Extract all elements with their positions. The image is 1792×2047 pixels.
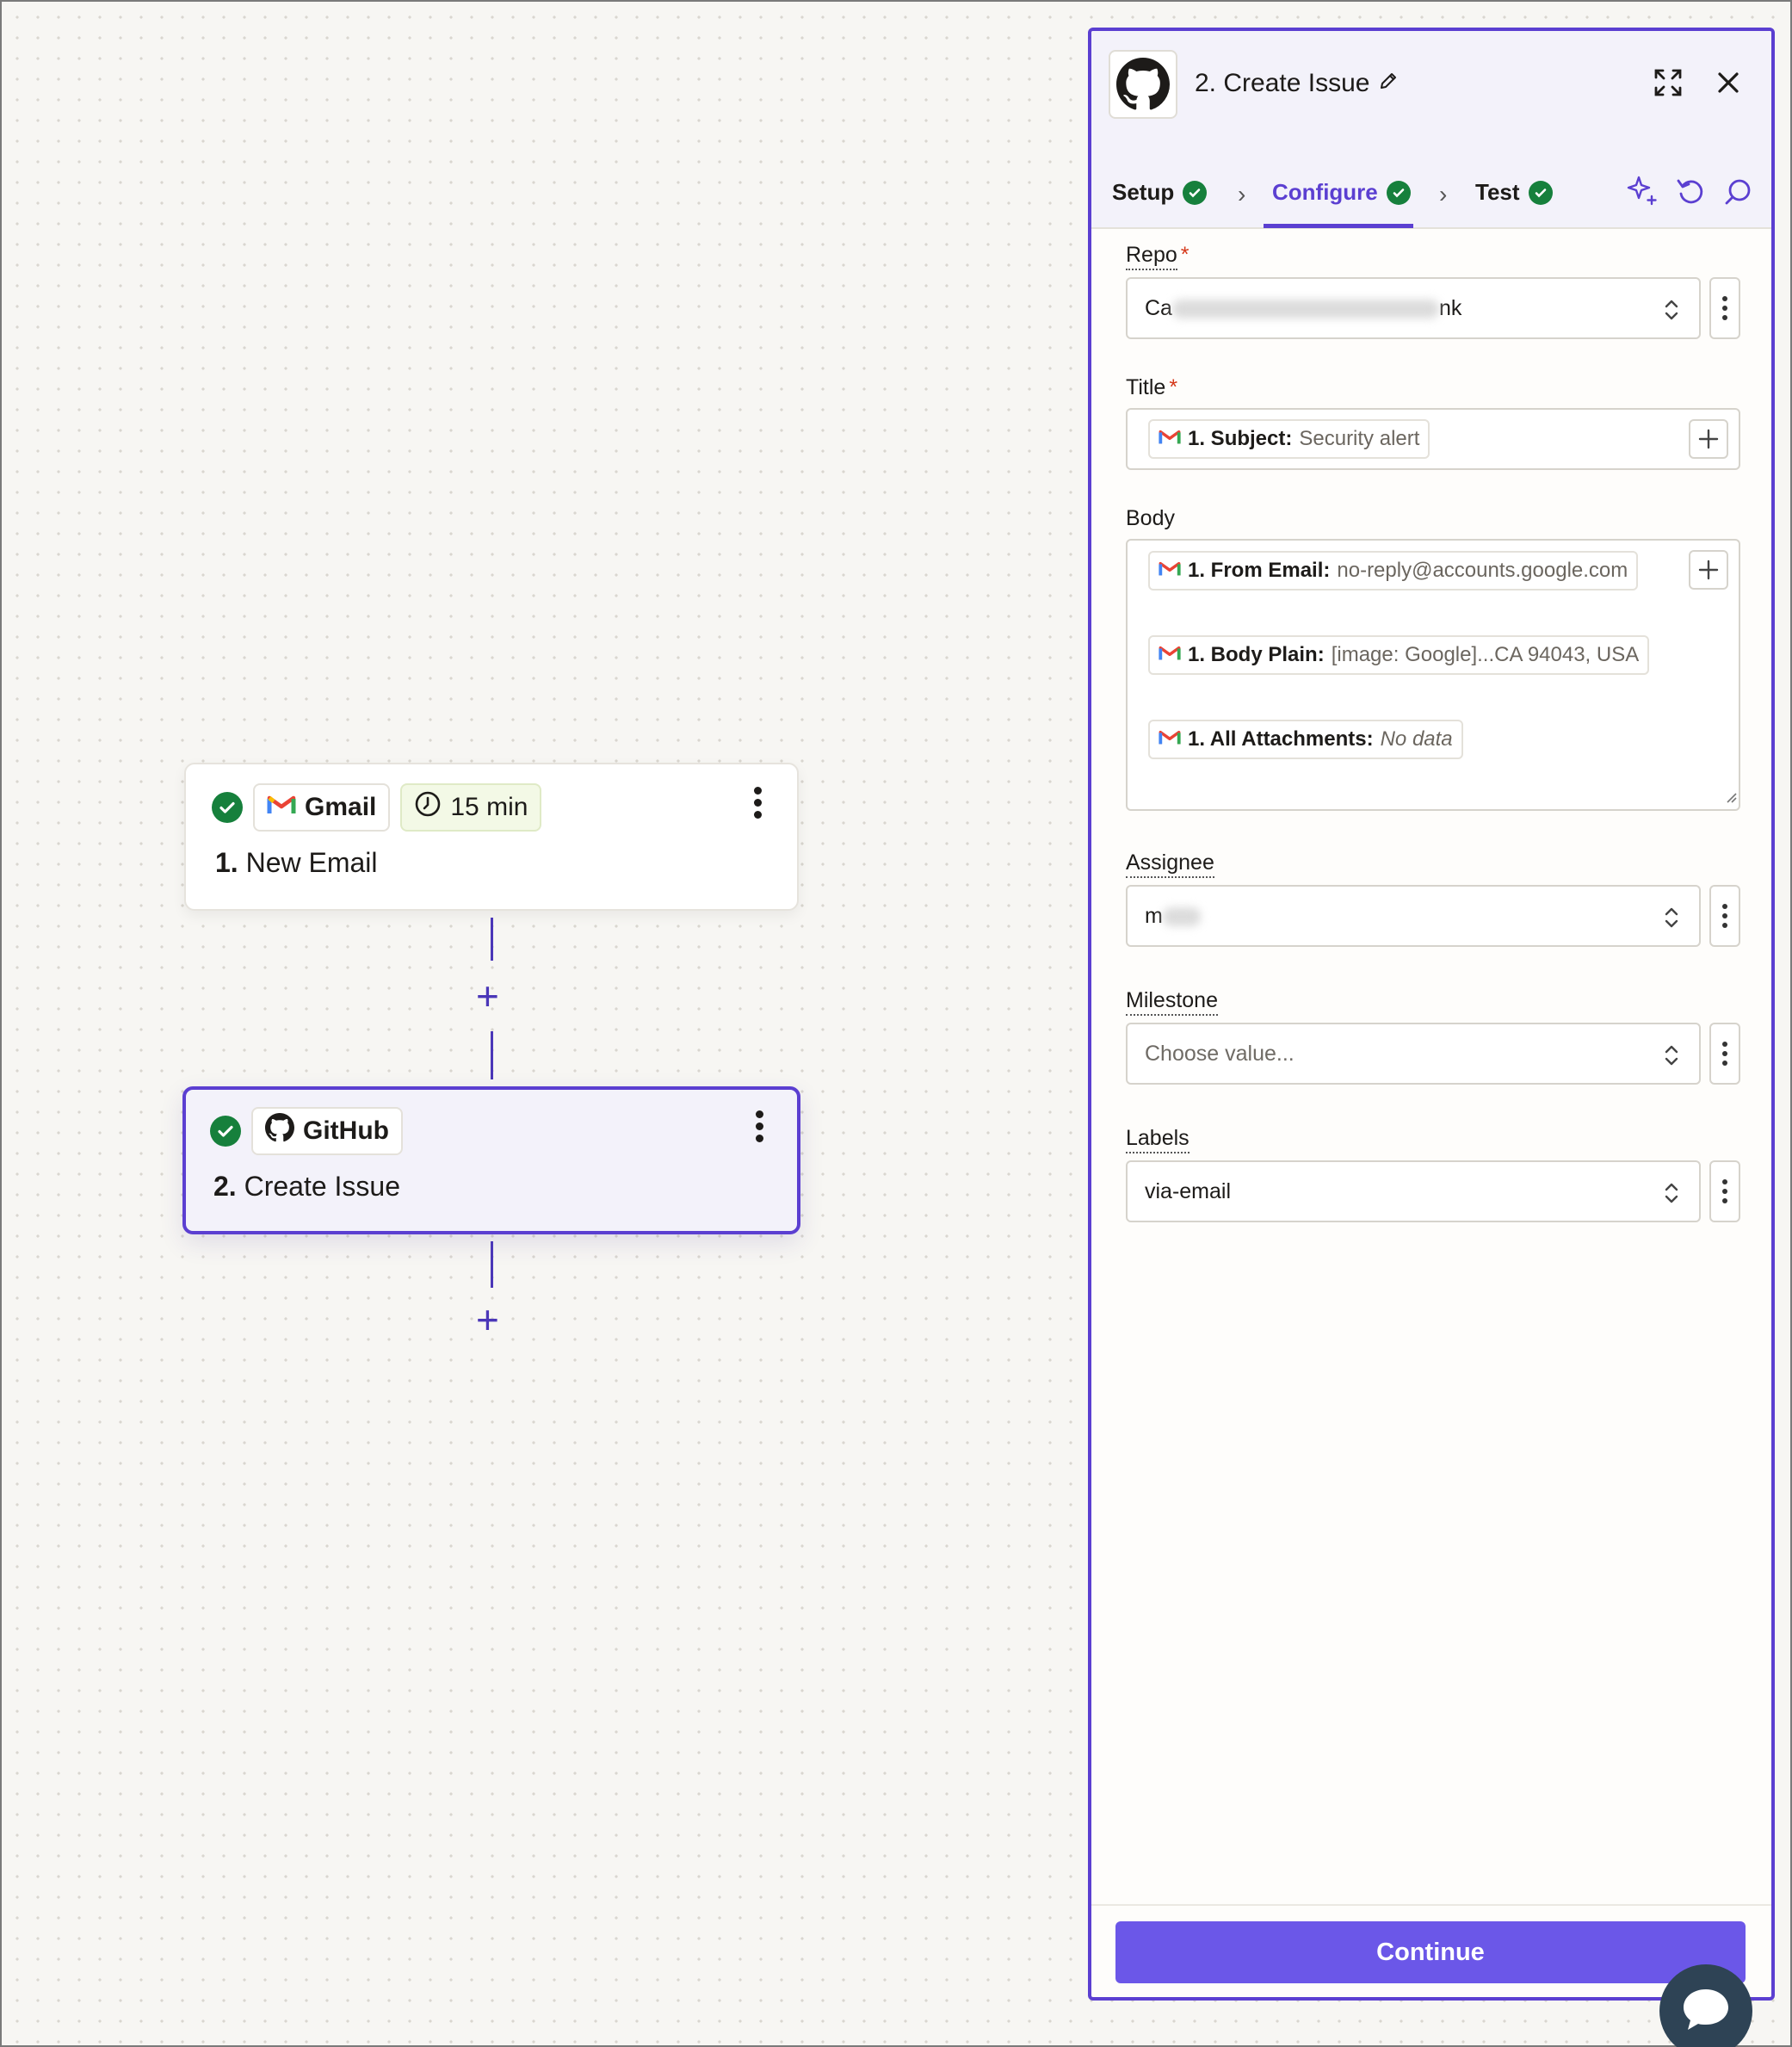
- labels-value: via-email: [1145, 1179, 1232, 1203]
- panel-title[interactable]: 2. Create Issue: [1195, 69, 1399, 98]
- connector-line: [491, 1031, 493, 1079]
- updown-chevron-icon: [1663, 1179, 1680, 1211]
- title-label: Title *: [1126, 375, 1178, 399]
- repo-label: Repo *: [1126, 243, 1190, 270]
- app-name: Gmail: [305, 793, 377, 821]
- tab-test[interactable]: Test: [1475, 179, 1553, 206]
- title-field[interactable]: 1. Subject: Security alert: [1126, 408, 1740, 470]
- active-tab-indicator: [1264, 224, 1413, 228]
- milestone-options-button[interactable]: [1709, 1023, 1740, 1085]
- resize-handle-icon[interactable]: [1723, 789, 1737, 807]
- gmail-icon: [1159, 427, 1181, 451]
- updown-chevron-icon: [1663, 1042, 1680, 1073]
- expand-icon[interactable]: [1653, 67, 1684, 102]
- body-label: Body: [1126, 506, 1175, 530]
- repo-options-button[interactable]: [1709, 277, 1740, 339]
- assignee-label: Assignee: [1126, 850, 1214, 878]
- chevron-right-icon: ›: [1238, 181, 1246, 207]
- connector-line: [491, 918, 493, 961]
- pencil-icon[interactable]: [1378, 69, 1399, 98]
- chevron-right-icon: ›: [1439, 181, 1448, 207]
- add-step-plus-icon[interactable]: +: [476, 976, 499, 1016]
- insert-data-button[interactable]: [1689, 550, 1728, 590]
- panel-header: 2. Create Issue: [1091, 31, 1771, 134]
- success-check-icon: [212, 792, 243, 823]
- step-title: 2. Create Issue: [213, 1171, 400, 1202]
- success-check-icon: [1528, 180, 1553, 205]
- tab-configure[interactable]: Configure: [1272, 179, 1411, 206]
- mapped-field-pill[interactable]: 1. All Attachments: No data: [1148, 720, 1463, 759]
- gmail-icon: [267, 793, 296, 822]
- gmail-icon: [1159, 643, 1181, 667]
- success-check-icon: [1183, 180, 1208, 205]
- success-check-icon: [210, 1116, 241, 1147]
- step-tabs: Setup › Configure › Test: [1091, 134, 1771, 229]
- insert-data-button[interactable]: [1689, 419, 1728, 459]
- chat-icon: [1680, 1986, 1732, 2037]
- github-icon: [1109, 50, 1177, 119]
- milestone-placeholder: Choose value...: [1145, 1042, 1295, 1066]
- labels-label: Labels: [1126, 1126, 1190, 1153]
- milestone-select[interactable]: Choose value...: [1126, 1023, 1701, 1085]
- step-menu-kebab[interactable]: [752, 787, 763, 823]
- updown-chevron-icon: [1663, 904, 1680, 936]
- labels-options-button[interactable]: [1709, 1160, 1740, 1222]
- step-title: 1. New Email: [215, 847, 378, 878]
- redacted-text: [1171, 300, 1439, 319]
- mapped-field-pill[interactable]: 1. Subject: Security alert: [1148, 419, 1431, 459]
- assignee-options-button[interactable]: [1709, 885, 1740, 947]
- step-card-new-email[interactable]: Gmail 15 min 1. New Email: [184, 763, 799, 911]
- app-chip-github: GitHub: [251, 1107, 403, 1155]
- milestone-label: Milestone: [1126, 988, 1218, 1016]
- success-check-icon: [1386, 180, 1411, 205]
- labels-select[interactable]: via-email: [1126, 1160, 1701, 1222]
- mapped-field-pill[interactable]: 1. From Email: no-reply@accounts.google.…: [1148, 551, 1639, 591]
- step-card-create-issue[interactable]: GitHub 2. Create Issue: [182, 1086, 800, 1234]
- redacted-text: [1162, 907, 1201, 927]
- assignee-value: m: [1145, 904, 1201, 929]
- interval-text: 15 min: [450, 793, 528, 821]
- clock-icon: [414, 790, 442, 825]
- assignee-select[interactable]: m: [1126, 885, 1701, 947]
- gmail-icon: [1159, 559, 1181, 583]
- repo-value: Ca nk: [1145, 296, 1462, 320]
- github-icon: [265, 1113, 294, 1149]
- step-menu-kebab[interactable]: [754, 1110, 764, 1147]
- body-field[interactable]: 1. From Email: no-reply@accounts.google.…: [1126, 539, 1740, 811]
- repo-select[interactable]: Ca nk: [1126, 277, 1701, 339]
- workflow-canvas: Gmail 15 min 1. New Email + GitHub 2. Cr…: [0, 0, 1792, 2047]
- close-icon[interactable]: [1716, 71, 1740, 99]
- poll-interval-chip: 15 min: [400, 783, 542, 832]
- panel-title-text: 2. Create Issue: [1195, 69, 1370, 97]
- updown-chevron-icon: [1663, 296, 1680, 328]
- sparkle-icon[interactable]: [1625, 174, 1659, 213]
- gmail-icon: [1159, 727, 1181, 751]
- add-step-plus-icon[interactable]: +: [476, 1300, 499, 1339]
- app-name: GitHub: [303, 1116, 389, 1145]
- undo-icon[interactable]: [1675, 176, 1706, 211]
- continue-button[interactable]: Continue: [1115, 1921, 1746, 1983]
- mapped-field-pill[interactable]: 1. Body Plain: [image: Google]...CA 9404…: [1148, 635, 1650, 675]
- step-config-panel: 2. Create Issue Setup › Configure › Test…: [1088, 28, 1775, 2001]
- tab-setup[interactable]: Setup: [1112, 179, 1208, 206]
- footer-divider: [1091, 1904, 1771, 1906]
- comment-icon[interactable]: [1723, 177, 1752, 211]
- connector-line: [491, 1241, 493, 1288]
- app-chip-gmail: Gmail: [253, 783, 391, 832]
